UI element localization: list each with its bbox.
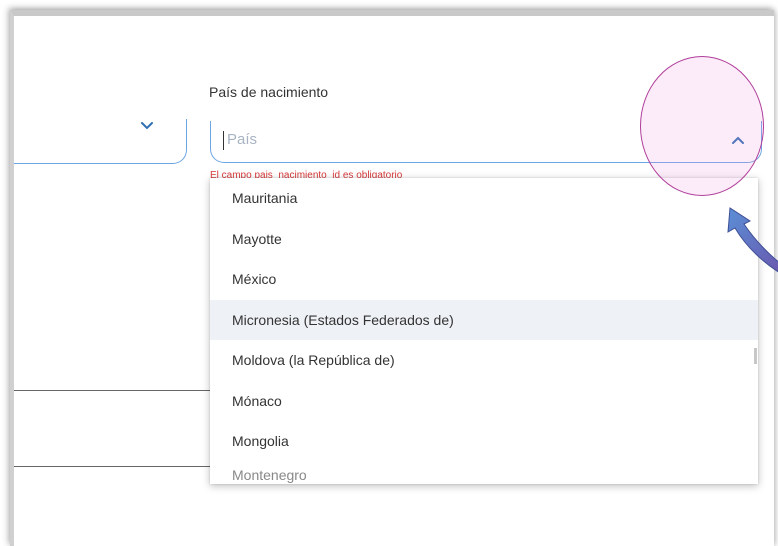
- left-field-underline: [14, 466, 214, 467]
- country-option[interactable]: Mayotte: [210, 219, 758, 260]
- curved-arrow-icon: [727, 207, 778, 273]
- country-option[interactable]: Mónaco: [210, 381, 758, 422]
- annotation-highlight-circle: [640, 56, 764, 196]
- text-cursor: [223, 131, 224, 150]
- chevron-down-icon[interactable]: [140, 121, 154, 131]
- country-option[interactable]: Moldova (la República de): [210, 340, 758, 381]
- form-panel: País de nacimiento País El campo pais_na…: [10, 10, 778, 546]
- country-dropdown-list[interactable]: Mauritania Mayotte México Micronesia (Es…: [210, 178, 758, 484]
- country-option[interactable]: Montenegro: [210, 462, 758, 484]
- country-option[interactable]: México: [210, 259, 758, 300]
- birth-country-label: País de nacimiento: [209, 84, 329, 100]
- country-option-highlighted[interactable]: Micronesia (Estados Federados de): [210, 299, 758, 340]
- left-field-underline: [14, 390, 214, 391]
- country-placeholder: País: [227, 131, 258, 148]
- country-option[interactable]: Mongolia: [210, 421, 758, 462]
- scrollbar-thumb[interactable]: [754, 348, 757, 364]
- left-select-field[interactable]: [14, 119, 187, 164]
